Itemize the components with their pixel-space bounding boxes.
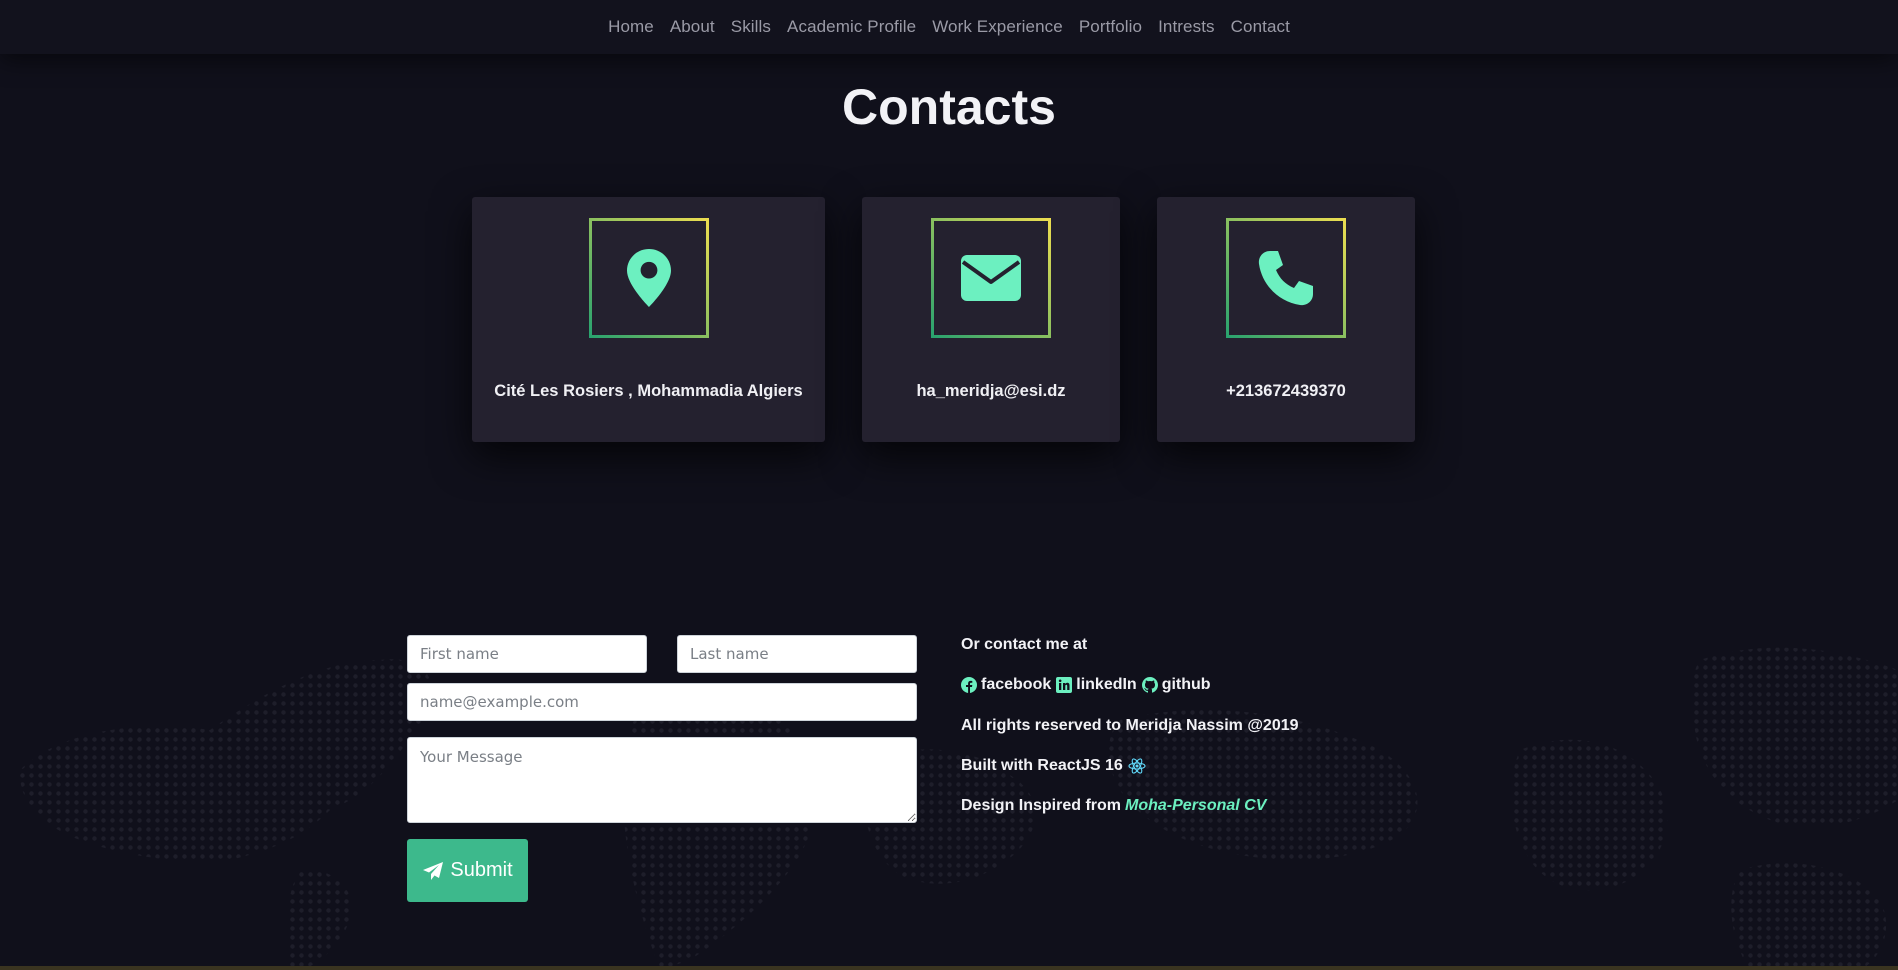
map-marker-icon bbox=[626, 249, 671, 307]
facebook-label: facebook bbox=[981, 676, 1052, 693]
first-name-input[interactable] bbox=[407, 635, 647, 673]
social-links: facebook linkedIn github bbox=[961, 676, 1216, 694]
email-card: ha_meridja@esi.dz bbox=[862, 197, 1120, 442]
side-heading: Or contact me at bbox=[961, 636, 1088, 653]
built-with-text: Built with ReactJS 16 bbox=[961, 757, 1123, 774]
design-credit-text: Design Inspired from bbox=[961, 797, 1122, 814]
nav-intrests[interactable]: Intrests bbox=[1158, 17, 1215, 37]
nav-contact[interactable]: Contact bbox=[1231, 17, 1290, 37]
top-navbar: Home About Skills Academic Profile Work … bbox=[0, 0, 1898, 54]
submit-label: Submit bbox=[450, 859, 513, 881]
message-textarea[interactable] bbox=[407, 737, 917, 823]
phone-card: +213672439370 bbox=[1157, 197, 1415, 442]
last-name-input[interactable] bbox=[677, 635, 917, 673]
phone-icon bbox=[1258, 251, 1313, 306]
built-with-row: Built with ReactJS 16 bbox=[961, 757, 1146, 775]
facebook-icon bbox=[961, 677, 977, 693]
email-text[interactable]: ha_meridja@esi.dz bbox=[862, 382, 1120, 401]
nav-work-experience[interactable]: Work Experience bbox=[932, 17, 1063, 37]
nav-home[interactable]: Home bbox=[608, 17, 654, 37]
world-map-background bbox=[19, 647, 1898, 970]
design-credit-link[interactable]: Moha-Personal CV bbox=[1125, 797, 1266, 815]
linkedin-label: linkedIn bbox=[1076, 676, 1137, 693]
phone-icon-frame bbox=[1226, 218, 1346, 338]
rights-text: All rights reserved to Meridja Nassim @2… bbox=[961, 717, 1299, 734]
bottom-border bbox=[0, 966, 1898, 970]
envelope-icon bbox=[961, 255, 1021, 301]
github-label: github bbox=[1161, 676, 1211, 693]
page-title: Contacts bbox=[842, 79, 1056, 135]
email-icon-frame bbox=[931, 218, 1051, 338]
github-link[interactable]: github bbox=[1141, 676, 1211, 694]
paper-plane-icon bbox=[423, 861, 444, 880]
nav-skills[interactable]: Skills bbox=[731, 17, 771, 37]
submit-button[interactable]: Submit bbox=[407, 839, 528, 902]
nav-portfolio[interactable]: Portfolio bbox=[1079, 17, 1142, 37]
linkedin-icon bbox=[1056, 677, 1073, 693]
facebook-link[interactable]: facebook bbox=[961, 676, 1051, 694]
react-icon bbox=[1128, 758, 1146, 774]
nav-academic-profile[interactable]: Academic Profile bbox=[787, 17, 916, 37]
address-text: Cité Les Rosiers , Mohammadia Algiers bbox=[494, 382, 803, 400]
github-icon bbox=[1141, 677, 1158, 693]
address-card: Cité Les Rosiers , Mohammadia Algiers bbox=[472, 197, 825, 442]
design-credit-row: Design Inspired from Moha-Personal CV bbox=[961, 797, 1266, 815]
email-input[interactable] bbox=[407, 683, 917, 721]
nav-about[interactable]: About bbox=[670, 17, 715, 37]
linkedin-link[interactable]: linkedIn bbox=[1056, 676, 1137, 694]
phone-text[interactable]: +213672439370 bbox=[1157, 382, 1415, 401]
address-icon-frame bbox=[589, 218, 709, 338]
